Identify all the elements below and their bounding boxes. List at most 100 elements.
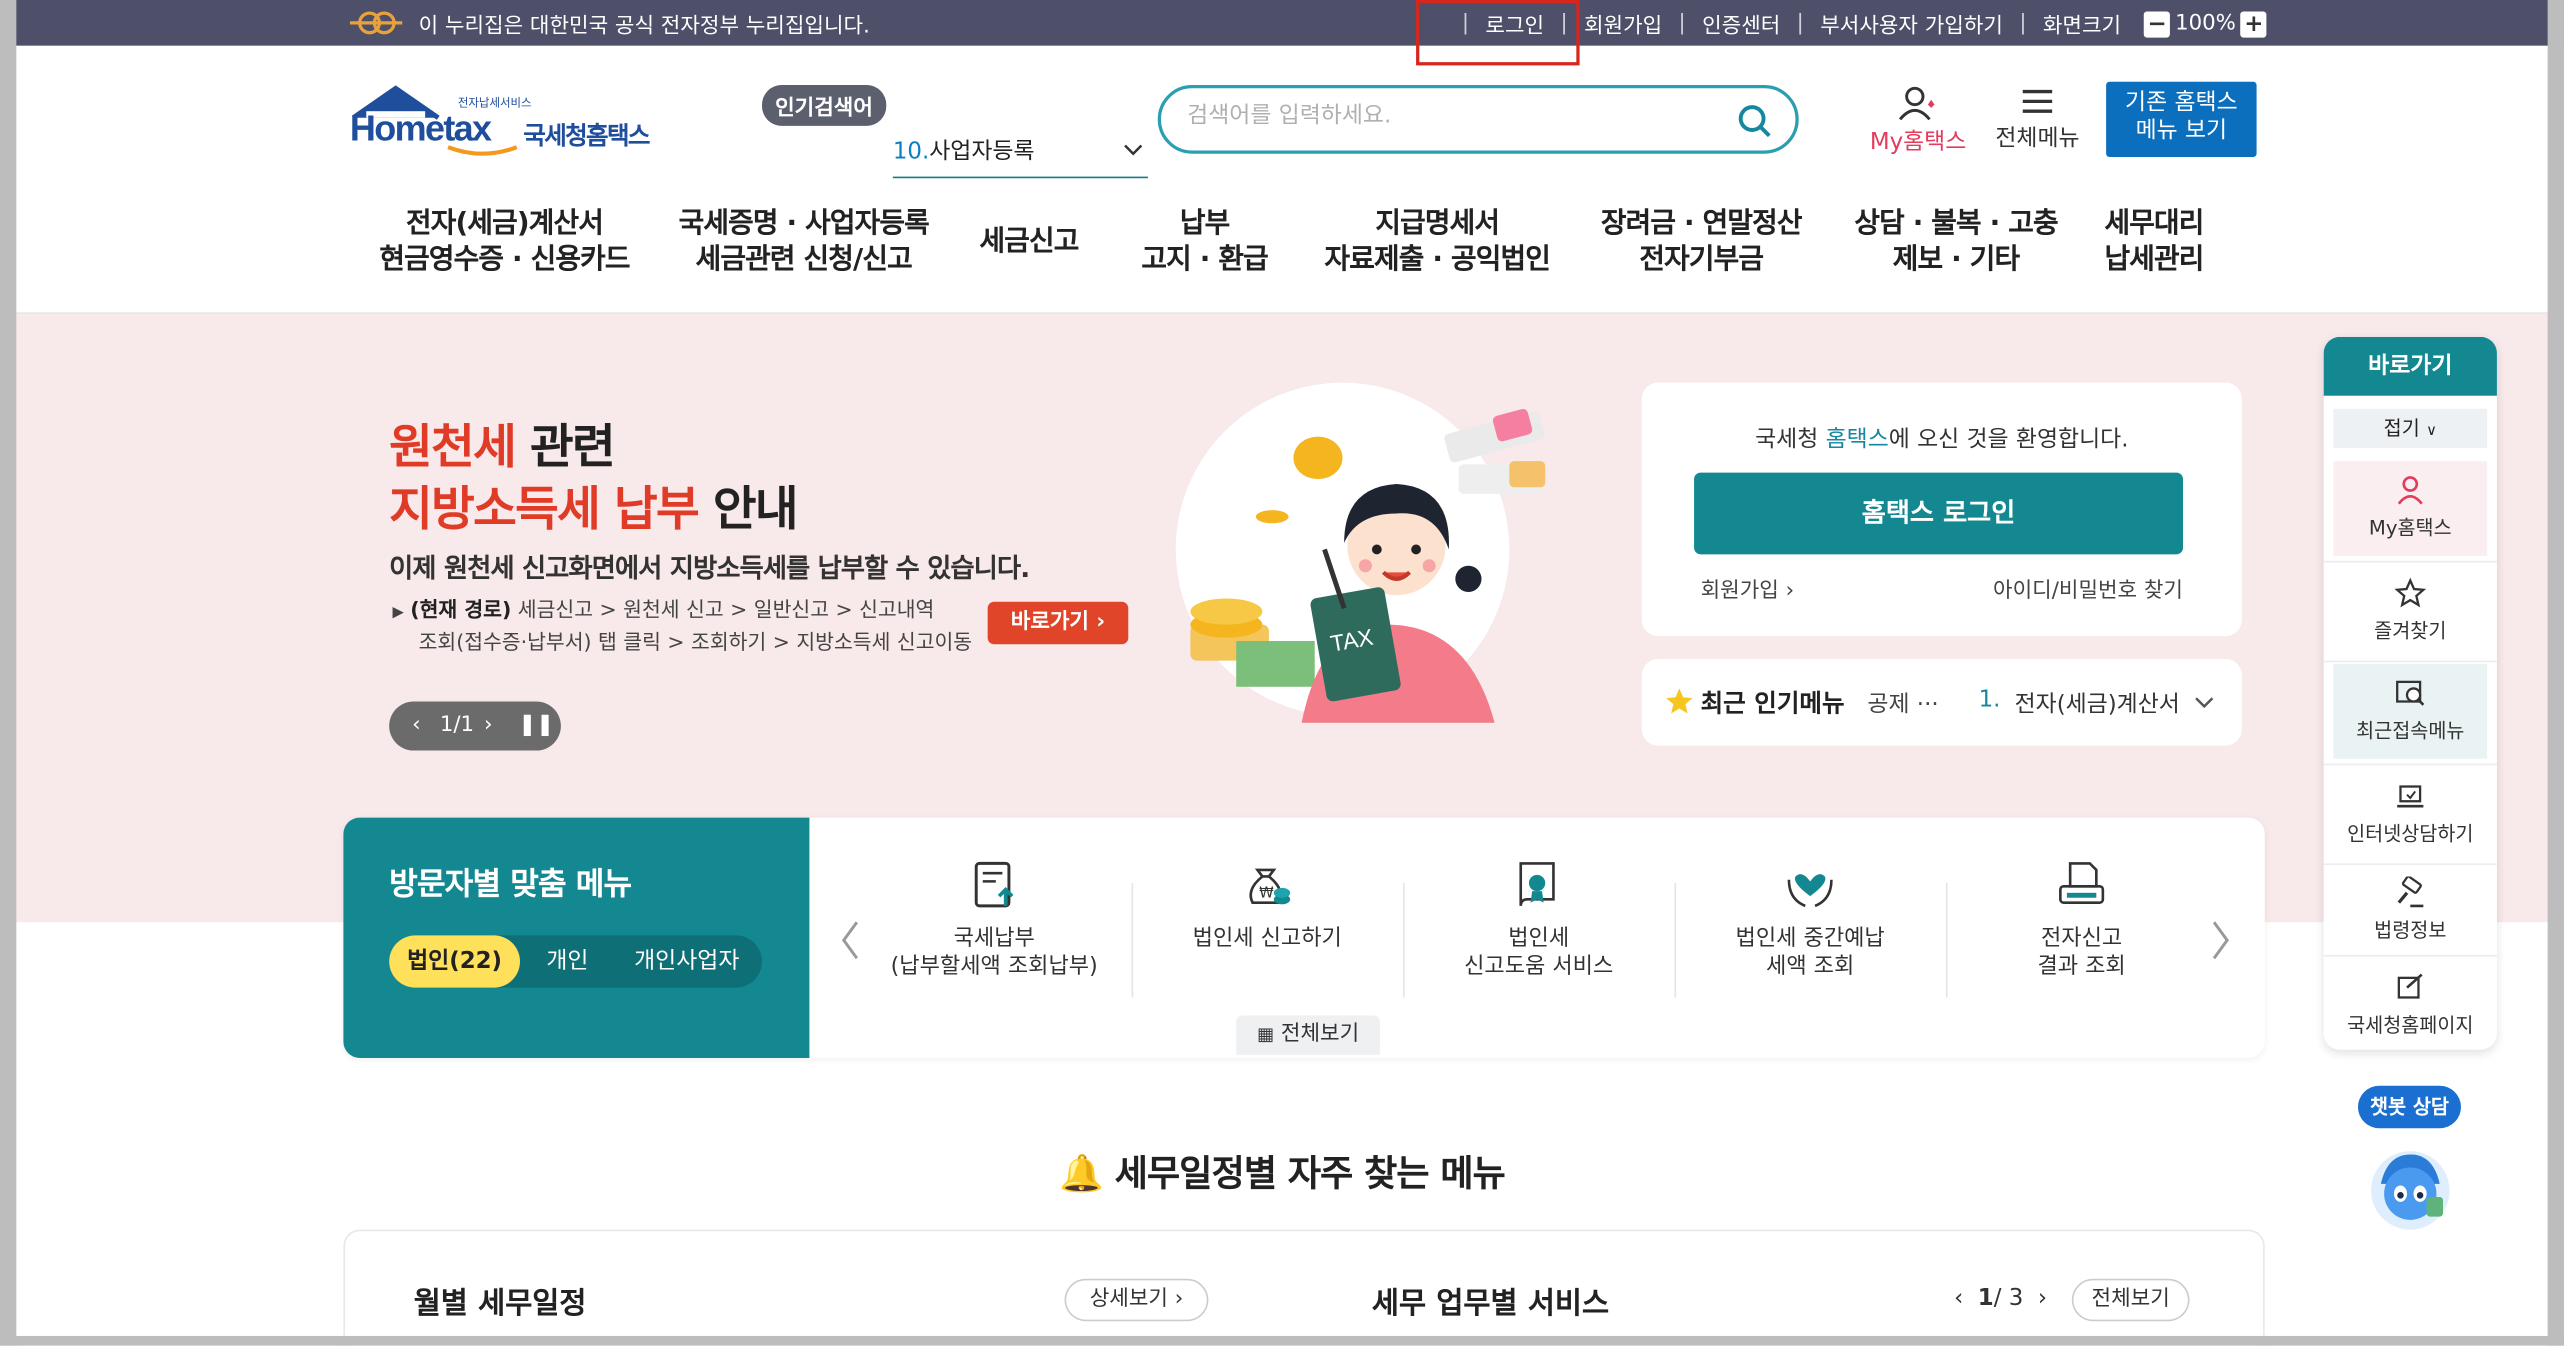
- login-card: 국세청 홈택스에 오신 것을 환영합니다. 홈택스 로그인 회원가입 › 아이디…: [1641, 382, 2242, 637]
- welcome-text: 국세청 홈택스에 오신 것을 환영합니다.: [1755, 426, 2129, 453]
- gnb-item-certificates[interactable]: 국세증명 · 사업자등록 세금관련 신청/신고: [679, 206, 930, 278]
- quick-item-my-hometax[interactable]: My홈택스: [2333, 461, 2488, 556]
- user-icon: [1898, 86, 1935, 121]
- tab-corporation[interactable]: 법인(22): [389, 935, 520, 988]
- star-icon: [1666, 688, 1693, 714]
- login-highlight-box: [1416, 0, 1580, 66]
- hot-menu-keyword[interactable]: 공제 ···: [1867, 687, 1938, 720]
- chevron-right-icon[interactable]: ›: [2038, 1285, 2047, 1311]
- hometax-login-button[interactable]: 홈택스 로그인: [1694, 472, 2183, 555]
- zoom-control: − 100% +: [2144, 10, 2267, 37]
- find-id-password-link[interactable]: 아이디/비밀번호 찾기: [1993, 572, 2183, 604]
- hot-menu-rank: 1.: [1978, 686, 2001, 713]
- hot-menu-item[interactable]: 전자(세금)계산서: [2015, 687, 2192, 720]
- banner-subtitle: 이제 원천세 신고화면에서 지방소득세를 납부할 수 있습니다.: [389, 552, 1030, 584]
- grid-icon: ▦: [1257, 1023, 1275, 1045]
- dept-user-signup-link[interactable]: 부서사용자 가입하기: [1820, 8, 2003, 40]
- bell-icon: 🔔: [1059, 1154, 1104, 1196]
- custom-item-interim-prepayment[interactable]: 법인세 중간예납 세액 조회: [1674, 857, 1945, 981]
- custom-item-national-tax-payment[interactable]: 국세납부 (납부할세액 조회납부): [858, 857, 1129, 981]
- screen-size-label: 화면크기: [2042, 14, 2122, 40]
- cert-center-link[interactable]: 인증센터: [1702, 8, 1780, 40]
- quick-menu-fold-button[interactable]: 접기 ∨: [2333, 408, 2488, 449]
- visitor-type-tabs: 법인(22) 개인 개인사업자: [389, 935, 763, 988]
- zoom-value: 100%: [2175, 11, 2236, 36]
- monthly-schedule-title: 월별 세무일정: [413, 1286, 587, 1322]
- gnb-item-payment[interactable]: 납부 고지 · 환급: [1141, 206, 1268, 278]
- laptop-icon: [2397, 785, 2424, 808]
- join-link[interactable]: 회원가입: [1584, 8, 1662, 40]
- recent-search-icon: [2396, 680, 2425, 706]
- gnb-item-tax-filing[interactable]: 세금신고: [979, 224, 1079, 260]
- my-hometax-button[interactable]: My홈택스: [1864, 85, 1972, 157]
- custom-item-e-filing-result[interactable]: 전자신고 결과 조회: [1946, 857, 2217, 981]
- old-hometax-menu-button[interactable]: 기존 홈택스 메뉴 보기: [2106, 81, 2257, 157]
- gnb-item-tax-agent[interactable]: 세무대리 납세관리: [2105, 206, 2205, 278]
- custom-item-corporate-tax-help[interactable]: 법인세 신고도움 서비스: [1403, 857, 1674, 981]
- quick-item-recent-menu[interactable]: 최근접속메뉴: [2333, 663, 2488, 759]
- schedule-box: 월별 세무일정 상세보기 › 세무 업무별 서비스 ‹ 1/ 3 › 전체보기: [343, 1229, 2265, 1346]
- zoom-out-button[interactable]: −: [2144, 10, 2171, 37]
- banner-slider-control: ‹ 1/1 › ❚❚: [389, 701, 561, 751]
- service-pager: ‹ 1/ 3 ›: [1954, 1285, 2048, 1312]
- tab-individual[interactable]: 개인: [527, 935, 609, 987]
- chevron-down-icon[interactable]: [2193, 692, 2216, 715]
- custom-menu-title: 방문자별 맞춤 메뉴: [389, 866, 632, 903]
- all-menu-button[interactable]: 전체메뉴: [1988, 85, 2086, 154]
- gov-emblem-icon: [349, 11, 403, 35]
- popular-search-tag: 인기검색어: [762, 85, 886, 126]
- schedule-section-title: 🔔 세무일정별 자주 찾는 메뉴: [1059, 1154, 1506, 1196]
- gnb-item-consult[interactable]: 상담 · 불복 · 고충 제보 · 기타: [1854, 206, 2058, 278]
- search-input[interactable]: [1187, 103, 1727, 130]
- hometax-page: 이 누리집은 대한민국 공식 전자정부 누리집입니다. | 로그인 | 회원가입…: [0, 0, 2564, 1346]
- detail-view-button[interactable]: 상세보기 ›: [1064, 1278, 1209, 1322]
- printer-report-icon: [2059, 862, 2105, 904]
- chatbot-mascot-icon[interactable]: [2364, 1141, 2456, 1233]
- banner-title-line1: 원천세 관련: [389, 418, 616, 475]
- search-icon[interactable]: [1737, 103, 1773, 139]
- gavel-icon: [2397, 876, 2424, 908]
- quick-menu: 바로가기 접기 ∨ My홈택스 즐겨찾기 최근접속메뉴 인터넷상담하기 법령정보: [2323, 336, 2497, 1050]
- service-all-view-button[interactable]: 전체보기: [2071, 1278, 2190, 1322]
- chevron-left-icon[interactable]: ‹: [1954, 1285, 1963, 1311]
- banner-title-line2: 지방소득세 납부 안내: [389, 480, 798, 537]
- visitor-custom-menu: 방문자별 맞춤 메뉴 법인(22) 개인 개인사업자 국세납부 (납부할세액 조회…: [343, 817, 2265, 1058]
- custom-menu-all-view[interactable]: ▦ 전체보기: [1236, 1015, 1381, 1055]
- zoom-in-button[interactable]: +: [2240, 10, 2267, 37]
- edit-document-icon: [2397, 973, 2423, 999]
- gov-notice-text: 이 누리집은 대한민국 공식 전자정부 누리집입니다.: [418, 14, 870, 40]
- chatbot-label[interactable]: 챗봇 상담: [2357, 1085, 2461, 1129]
- custom-menu-header: 방문자별 맞춤 메뉴 법인(22) 개인 개인사업자: [343, 817, 810, 1058]
- prev-slide-icon[interactable]: ‹: [412, 702, 421, 751]
- logo-subtitle: 국세청홈택스: [523, 121, 650, 151]
- tab-sole-proprietor[interactable]: 개인사업자: [618, 935, 755, 987]
- recent-popular-menu: 최근 인기메뉴 공제 ··· 1. 전자(세금)계산서: [1641, 658, 2242, 746]
- popular-search-select[interactable]: 10.사업자등록: [892, 134, 1148, 179]
- hot-menu-title: 최근 인기메뉴: [1700, 688, 1845, 718]
- heart-hands-icon: [1787, 874, 1833, 908]
- hometax-logo[interactable]: 전자납세서비스 Hometax 국세청홈택스: [347, 82, 674, 164]
- quick-item-internet-consult[interactable]: 인터넷상담하기: [2333, 767, 2487, 862]
- search-box: [1157, 85, 1799, 154]
- chevron-down-icon: ∨: [2426, 423, 2437, 440]
- star-icon: [2394, 577, 2427, 608]
- user-icon: [2397, 476, 2423, 505]
- certificate-icon: [1519, 862, 1555, 906]
- svg-text:₩: ₩: [1259, 885, 1274, 902]
- quick-item-law-info[interactable]: 법령정보: [2333, 863, 2487, 958]
- global-navigation: 전자(세금)계산서 현금영수증 · 신용카드 국세증명 · 사업자등록 세금관련 신…: [0, 206, 2564, 288]
- service-title: 세무 업무별 서비스: [1371, 1286, 1610, 1322]
- banner-goto-button[interactable]: 바로가기 ›: [987, 601, 1129, 645]
- chevron-right-icon: ›: [1785, 578, 1795, 604]
- gnb-item-year-end[interactable]: 장려금 · 연말정산 전자기부금: [1601, 206, 1803, 278]
- quick-item-nts-homepage[interactable]: 국세청홈페이지: [2333, 958, 2487, 1050]
- gnb-item-e-invoice[interactable]: 전자(세금)계산서 현금영수증 · 신용카드: [379, 206, 630, 278]
- hamburger-menu-icon: [2022, 89, 2053, 113]
- quick-menu-title: 바로가기: [2323, 336, 2497, 396]
- custom-item-corporate-tax-filing[interactable]: ₩ 법인세 신고하기: [1132, 857, 1403, 953]
- quick-item-favorites[interactable]: 즐겨찾기: [2333, 564, 2487, 659]
- next-slide-icon[interactable]: ›: [484, 702, 493, 751]
- join-link-card[interactable]: 회원가입 ›: [1701, 572, 1795, 604]
- gnb-item-payment-statement[interactable]: 지급명세서 자료제출 · 공익법인: [1325, 206, 1551, 278]
- pause-icon[interactable]: ❚❚: [518, 702, 554, 751]
